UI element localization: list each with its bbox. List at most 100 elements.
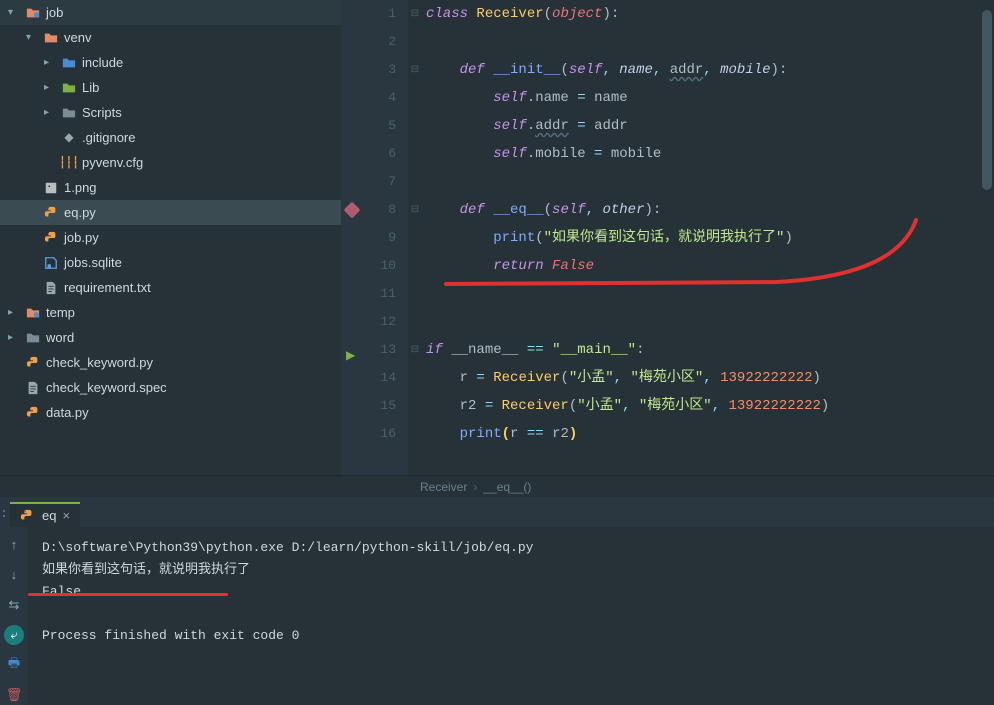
tree-item-label: check_keyword.spec <box>46 380 167 395</box>
fold-icon[interactable] <box>408 420 422 448</box>
tree-item-label: eq.py <box>64 205 96 220</box>
code-line[interactable]: def __eq__(self, other): <box>426 196 994 224</box>
img-icon <box>42 181 60 195</box>
tree-item-label: word <box>46 330 74 345</box>
tree-item-check_keyword-spec[interactable]: check_keyword.spec <box>0 375 341 400</box>
code-line[interactable]: self.name = name <box>426 84 994 112</box>
fold-icon[interactable] <box>408 252 422 280</box>
tree-item-label: pyvenv.cfg <box>82 155 143 170</box>
run-tab-label: eq <box>42 508 56 523</box>
fold-icon[interactable] <box>408 280 422 308</box>
code-line[interactable] <box>426 28 994 56</box>
tree-item--gitignore[interactable]: ◆.gitignore <box>0 125 341 150</box>
breadcrumb-item[interactable]: __eq__() <box>483 480 531 494</box>
file-tree: ▾ job ▾ venv ▸ include ▸Lib▸Scripts◆.gitignore… <box>0 0 341 475</box>
tree-item-label: job.py <box>64 230 99 245</box>
red-annotation-line <box>28 593 228 596</box>
tree-item-pyvenv-cfg[interactable]: ┆┆┆ pyvenv.cfg <box>0 150 341 175</box>
up-arrow-icon[interactable]: ↑ <box>4 535 24 555</box>
tree-item-include[interactable]: ▸ include <box>0 50 341 75</box>
close-icon[interactable]: × <box>62 508 70 523</box>
code-area[interactable]: class Receiver(object): def __init__(sel… <box>422 0 994 475</box>
console-line: Process finished with exit code 0 <box>42 625 980 647</box>
print-icon[interactable]: 🖶 <box>4 655 24 675</box>
folder-e-icon <box>24 6 42 20</box>
filter-icon[interactable]: ⇆ <box>4 595 24 615</box>
code-line[interactable]: self.addr = addr <box>426 112 994 140</box>
cfg-icon: ┆┆┆ <box>60 156 78 170</box>
chevron-icon: ▸ <box>44 57 60 69</box>
tree-item-requirement-txt[interactable]: requirement.txt <box>0 275 341 300</box>
tree-item-label: job <box>46 5 63 20</box>
code-line[interactable]: print(r == r2) <box>426 420 994 448</box>
fold-icon[interactable] <box>408 28 422 56</box>
code-line[interactable]: class Receiver(object): <box>426 0 994 28</box>
tree-item-job-py[interactable]: job.py <box>0 225 341 250</box>
fold-icon[interactable]: ⊟ <box>408 0 422 28</box>
tree-item-label: include <box>82 55 123 70</box>
fold-icon[interactable]: ⊟ <box>408 336 422 364</box>
run-icon[interactable]: ▶ <box>346 342 355 370</box>
py-icon <box>24 356 42 370</box>
chevron-icon: ▾ <box>26 32 42 44</box>
tree-item-1-png[interactable]: 1.png <box>0 175 341 200</box>
run-tab-bar: : eq × <box>0 497 994 527</box>
fold-icon[interactable] <box>408 364 422 392</box>
chevron-icon: ▾ <box>8 7 24 19</box>
tree-item-venv[interactable]: ▾ venv <box>0 25 341 50</box>
editor-scrollbar[interactable] <box>980 0 994 475</box>
code-line[interactable]: if __name__ == "__main__": <box>426 336 994 364</box>
down-arrow-icon[interactable]: ↓ <box>4 565 24 585</box>
code-line[interactable]: def __init__(self, name, addr, mobile): <box>426 56 994 84</box>
py-icon <box>24 406 42 420</box>
code-editor[interactable]: ▶ 12345678910111213141516 ⊟ ⊟ ⊟ ⊟ class Rec… <box>341 0 994 475</box>
console-line <box>42 603 980 625</box>
trash-icon[interactable]: 🗑 <box>4 685 24 705</box>
tree-item-temp[interactable]: ▸temp <box>0 300 341 325</box>
breadcrumb-item[interactable]: Receiver <box>420 480 467 494</box>
wrap-icon[interactable]: ⤶ <box>4 625 24 645</box>
tree-item-label: jobs.sqlite <box>64 255 122 270</box>
code-line[interactable] <box>426 280 994 308</box>
fold-icon[interactable]: ⊟ <box>408 196 422 224</box>
console-toolbar: ↑ ↓ ⇆ ⤶ 🖶 🗑 <box>0 527 28 705</box>
fold-icon[interactable] <box>408 84 422 112</box>
tree-item-label: venv <box>64 30 91 45</box>
tree-item-eq-py[interactable]: eq.py <box>0 200 341 225</box>
git-icon: ◆ <box>60 130 78 145</box>
code-line[interactable] <box>426 308 994 336</box>
txt-icon <box>42 281 60 295</box>
fold-icon[interactable] <box>408 168 422 196</box>
python-icon <box>20 509 38 523</box>
run-tab[interactable]: eq × <box>10 502 80 527</box>
fold-icon[interactable] <box>408 224 422 252</box>
fold-icon[interactable] <box>408 392 422 420</box>
txt-icon <box>24 381 42 395</box>
tree-item-data-py[interactable]: data.py <box>0 400 341 425</box>
tree-item-scripts[interactable]: ▸Scripts <box>0 100 341 125</box>
folder-gray-icon <box>24 331 42 345</box>
tree-item-jobs-sqlite[interactable]: jobs.sqlite <box>0 250 341 275</box>
tree-item-word[interactable]: ▸word <box>0 325 341 350</box>
breadcrumb[interactable]: Receiver › __eq__() <box>0 475 994 497</box>
fold-icon[interactable] <box>408 112 422 140</box>
tree-item-label: check_keyword.py <box>46 355 153 370</box>
chevron-right-icon: › <box>473 480 477 494</box>
code-line[interactable]: self.mobile = mobile <box>426 140 994 168</box>
code-line[interactable]: print("如果你看到这句话，就说明我执行了") <box>426 224 994 252</box>
code-line[interactable]: r2 = Receiver("小孟", "梅苑小区", 13922222222) <box>426 392 994 420</box>
console-line: D:\software\Python39\python.exe D:/learn… <box>42 537 980 559</box>
code-line[interactable]: r = Receiver("小孟", "梅苑小区", 13922222222) <box>426 364 994 392</box>
fold-icon[interactable] <box>408 308 422 336</box>
line-gutter: ▶ 12345678910111213141516 <box>341 0 408 475</box>
console-output[interactable]: D:\software\Python39\python.exe D:/learn… <box>28 527 994 705</box>
tree-item-job[interactable]: ▾ job <box>0 0 341 25</box>
code-line[interactable] <box>426 168 994 196</box>
fold-icon[interactable]: ⊟ <box>408 56 422 84</box>
tree-item-check_keyword-py[interactable]: check_keyword.py <box>0 350 341 375</box>
tree-item-lib[interactable]: ▸Lib <box>0 75 341 100</box>
code-line[interactable]: return False <box>426 252 994 280</box>
fold-icon[interactable] <box>408 140 422 168</box>
db-icon <box>42 256 60 270</box>
console-line: 如果你看到这句话，就说明我执行了 <box>42 559 980 581</box>
